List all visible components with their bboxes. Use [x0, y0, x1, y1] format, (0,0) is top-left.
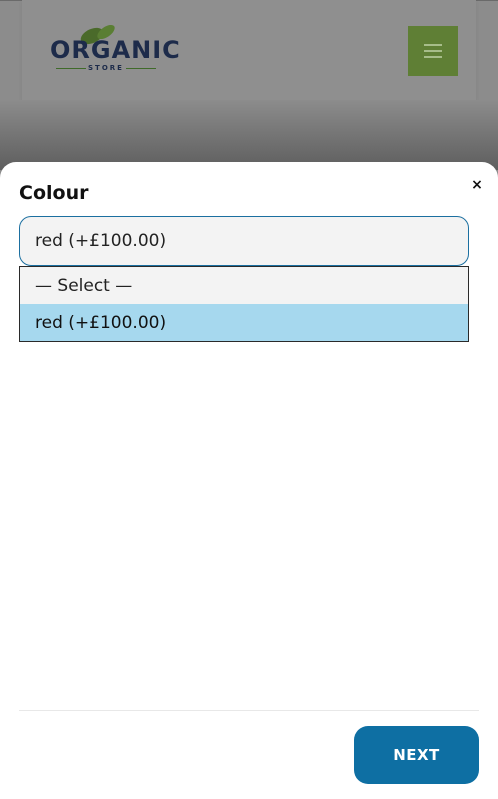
background-shadow: [0, 100, 498, 170]
colour-select[interactable]: red (+£100.00): [19, 216, 469, 266]
colour-select-value: red (+£100.00): [35, 231, 167, 251]
menu-button[interactable]: [408, 26, 458, 76]
next-button[interactable]: NEXT: [354, 726, 479, 784]
colour-dropdown-list: — Select — red (+£100.00): [19, 266, 469, 342]
site-logo[interactable]: ORGANIC STORE: [50, 22, 181, 78]
options-modal: × Colour red (+£100.00) — Select — red (…: [0, 162, 498, 799]
close-icon[interactable]: ×: [470, 178, 484, 192]
hamburger-menu-icon: [424, 44, 442, 58]
dropdown-option-select[interactable]: — Select —: [20, 267, 468, 304]
logo-subtext: STORE: [88, 64, 124, 72]
logo-text: ORGANIC: [50, 36, 181, 64]
dropdown-option-red[interactable]: red (+£100.00): [20, 304, 468, 341]
colour-label: Colour: [19, 182, 89, 204]
footer-divider: [19, 710, 479, 711]
